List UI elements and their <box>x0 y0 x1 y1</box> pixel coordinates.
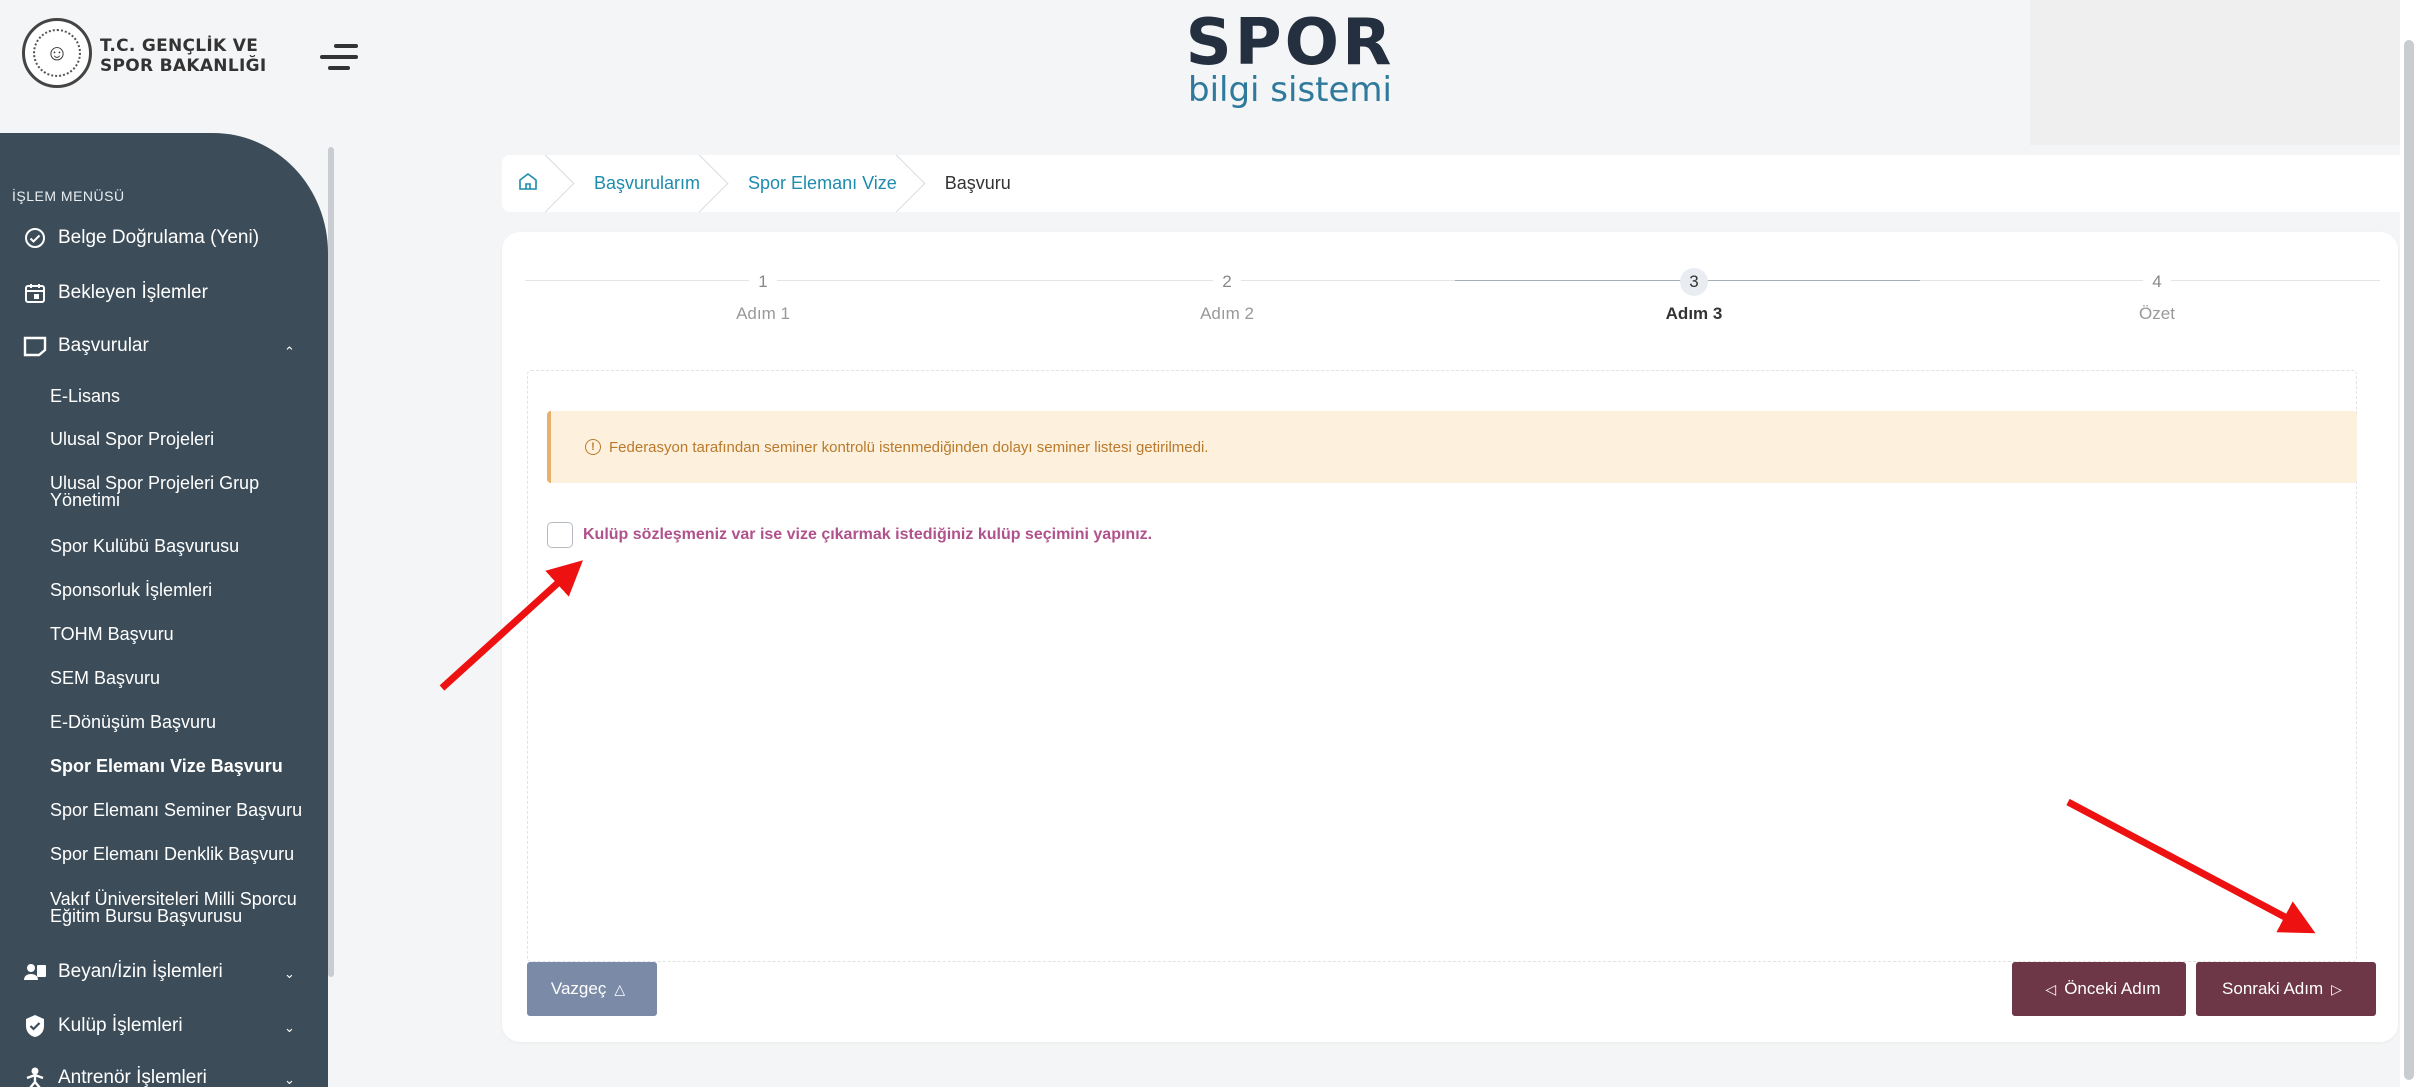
sidebar-item-label: Antrenör İşlemleri <box>58 1067 207 1087</box>
page-scrollbar-thumb[interactable] <box>2404 40 2414 1080</box>
sidebar-subitem-ulusal-spor-projeleri-grup[interactable]: Ulusal Spor Projeleri Grup Yönetimi <box>50 474 320 509</box>
sidebar-subitem-e-lisans[interactable]: E-Lisans <box>50 387 320 405</box>
document-icon <box>22 333 48 359</box>
menu-title: İŞLEM MENÜSÜ <box>12 188 125 204</box>
header-right-panel <box>2030 0 2400 145</box>
sidebar-item-kulup-islemleri[interactable]: Kulüp İşlemleri <box>22 1013 183 1039</box>
sidebar-subitem-sponsorluk[interactable]: Sponsorluk İşlemleri <box>50 581 320 599</box>
sidebar-item-label: Belge Doğrulama (Yeni) <box>58 227 260 248</box>
sidebar-item-bekleyen-islemler[interactable]: Bekleyen İşlemler <box>22 280 208 306</box>
step-number: 4 <box>2143 268 2171 296</box>
sidebar-item-label: Başvurular <box>58 335 149 356</box>
triangle-left-icon: ◁ <box>2045 980 2057 997</box>
step-label: Özet <box>2139 304 2175 323</box>
next-step-label: Sonraki Adım <box>2222 979 2324 998</box>
club-selection-checkbox[interactable] <box>547 522 573 548</box>
chevron-up-icon[interactable]: ⌃ <box>284 344 295 360</box>
sidebar-subitem-spor-kulubu[interactable]: Spor Kulübü Başvurusu <box>50 537 320 555</box>
ministry-name-line1: T.C. GENÇLİK VE <box>100 36 259 56</box>
trainer-icon <box>22 1065 48 1087</box>
sidebar-subitem-ulusal-spor-projeleri[interactable]: Ulusal Spor Projeleri <box>50 430 320 448</box>
step-label: Adım 3 <box>1665 304 1723 323</box>
sidebar: İŞLEM MENÜSÜ Belge Doğrulama (Yeni) Bekl… <box>0 133 328 1087</box>
sidebar-scrollbar[interactable] <box>328 147 334 977</box>
step-number: 1 <box>749 268 777 296</box>
shield-icon <box>22 1013 48 1039</box>
users-icon <box>22 959 48 985</box>
home-icon <box>518 171 538 196</box>
sidebar-subitem-vakif-universiteleri[interactable]: Vakıf Üniversiteleri Milli Sporcu Eğitim… <box>50 890 320 925</box>
brand-logo: SPOR bilgi sistemi <box>1160 8 1420 108</box>
sidebar-item-belge-dogrulama[interactable]: Belge Doğrulama (Yeni) <box>22 225 259 251</box>
previous-step-button[interactable]: ◁ Önceki Adım <box>2012 962 2186 1016</box>
sidebar-subitem-e-donusum[interactable]: E-Dönüşüm Başvuru <box>50 713 320 731</box>
brand-subtitle: bilgi sistemi <box>1188 70 1392 110</box>
sidebar-item-label: Kulüp İşlemleri <box>58 1015 183 1036</box>
breadcrumb-basvuru: Başvuru <box>944 173 1011 193</box>
sidebar-item-label: Beyan/İzin İşlemleri <box>58 961 223 982</box>
sidebar-subitem-tohm[interactable]: TOHM Başvuru <box>50 625 320 643</box>
chevron-down-icon[interactable]: ⌄ <box>284 1072 295 1087</box>
menu-toggle-icon[interactable] <box>320 42 362 72</box>
sidebar-item-beyan-izin[interactable]: Beyan/İzin İşlemleri <box>22 959 223 985</box>
breadcrumb-spor-elemani-vize[interactable]: Spor Elemanı Vize <box>726 155 923 212</box>
brand-title: SPOR <box>1185 6 1395 80</box>
sidebar-subitem-spor-elemani-denklik[interactable]: Spor Elemanı Denklik Başvuru <box>50 845 320 863</box>
next-step-button[interactable]: Sonraki Adım ▷ <box>2196 962 2376 1016</box>
cancel-button[interactable]: Vazgeç △ <box>527 962 657 1016</box>
sidebar-subitem-sem[interactable]: SEM Başvuru <box>50 669 320 687</box>
breadcrumb-basvurularim[interactable]: Başvurularım <box>572 155 726 212</box>
cancel-button-label: Vazgeç <box>550 979 607 998</box>
step-4[interactable]: 4 Özet <box>2057 268 2257 324</box>
calendar-icon <box>22 280 48 306</box>
check-badge-icon <box>22 225 48 251</box>
breadcrumb: Başvurularım Spor Elemanı Vize Başvuru <box>502 155 2402 212</box>
club-selection-label[interactable]: Kulüp sözleşmeniz var ise vize çıkarmak … <box>583 526 1152 544</box>
triangle-up-icon: △ <box>614 980 626 997</box>
step-label: Adım 2 <box>1200 304 1254 323</box>
step-label: Adım 1 <box>736 304 790 323</box>
step-3[interactable]: 3 Adım 3 <box>1594 268 1794 324</box>
ministry-name: T.C. GENÇLİK VE SPOR BAKANLIĞI <box>100 36 280 76</box>
step-number: 2 <box>1213 268 1241 296</box>
ministry-name-line2: SPOR BAKANLIĞI <box>100 56 267 76</box>
previous-step-label: Önceki Adım <box>2064 979 2161 998</box>
sidebar-item-antrenor-islemleri[interactable]: Antrenör İşlemleri <box>22 1065 207 1087</box>
club-selection-checkbox-row[interactable]: Kulüp sözleşmeniz var ise vize çıkarmak … <box>547 522 1152 548</box>
sidebar-subitem-spor-elemani-seminer[interactable]: Spor Elemanı Seminer Başvuru <box>50 801 320 819</box>
chevron-down-icon[interactable]: ⌄ <box>284 1020 295 1036</box>
info-alert: ! Federasyon tarafından seminer kontrolü… <box>547 411 2357 483</box>
step-1[interactable]: 1 Adım 1 <box>663 268 863 324</box>
step-number: 3 <box>1680 268 1708 296</box>
alert-text: Federasyon tarafından seminer kontrolü i… <box>609 438 1209 456</box>
page-scrollbar[interactable] <box>2400 0 2418 1087</box>
sidebar-subitem-spor-elemani-vize[interactable]: Spor Elemanı Vize Başvuru <box>50 757 320 775</box>
info-icon: ! <box>585 439 601 455</box>
sidebar-item-label: Bekleyen İşlemler <box>58 282 208 303</box>
step-2[interactable]: 2 Adım 2 <box>1127 268 1327 324</box>
ministry-emblem-icon: ☺ <box>33 29 81 77</box>
ministry-logo[interactable]: ☺ <box>22 18 92 88</box>
sidebar-item-basvurular[interactable]: Başvurular <box>22 333 149 359</box>
wizard-stepper: 1 Adım 1 2 Adım 2 3 Adım 3 4 Özet <box>525 268 2380 348</box>
triangle-right-icon: ▷ <box>2331 980 2342 997</box>
chevron-down-icon[interactable]: ⌄ <box>284 966 295 982</box>
breadcrumb-home[interactable] <box>502 155 572 212</box>
